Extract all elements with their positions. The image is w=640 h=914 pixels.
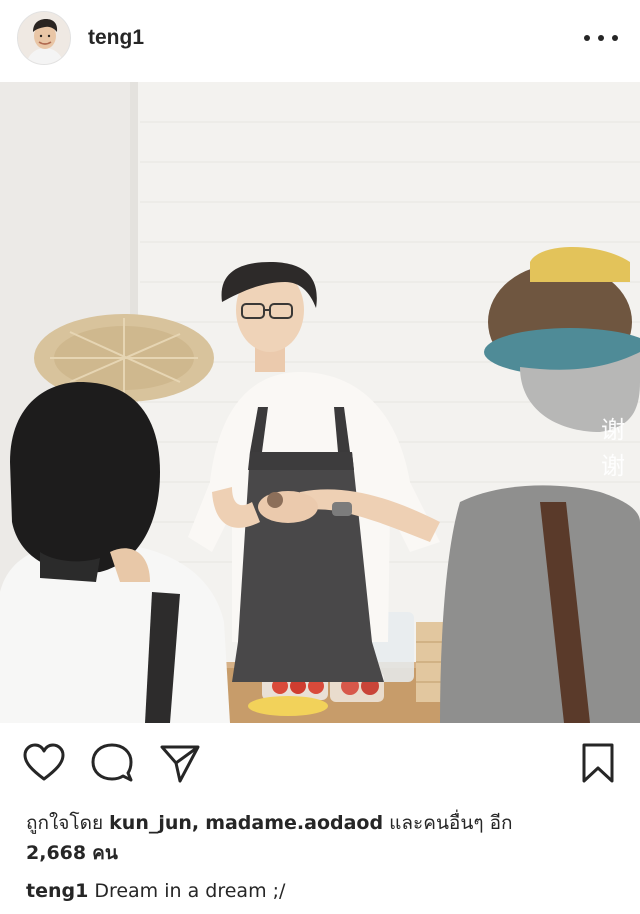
watermark-char: 谢 [601, 416, 625, 444]
avatar-image [18, 12, 70, 64]
post-username[interactable]: teng1 [88, 26, 144, 50]
likes-summary: ถูกใจโดย kun_jun, madame.aodaod และคนอื่… [26, 808, 616, 868]
post-actions-bar [0, 723, 640, 803]
paper-plane-icon [160, 745, 200, 783]
share-button[interactable] [158, 741, 202, 785]
photo-watermark: 谢 谢 [599, 412, 627, 484]
post-caption: teng1 Dream in a dream ;/ [26, 876, 616, 906]
post-header: teng1 [0, 0, 640, 80]
post-photo[interactable]: 谢 谢 [0, 82, 640, 723]
likes-prefix: ถูกใจโดย [26, 812, 104, 834]
liker-username-1[interactable]: kun_jun [109, 812, 192, 834]
liker-username-2[interactable]: madame.aodaod [205, 812, 383, 834]
likes-suffix: คน [92, 842, 118, 864]
more-dot-icon [584, 35, 590, 41]
heart-icon [23, 743, 65, 781]
save-button[interactable] [576, 741, 620, 785]
comment-button[interactable] [90, 741, 134, 785]
comment-bubble-icon [91, 743, 133, 782]
watermark-char: 谢 [601, 452, 625, 480]
likes-count[interactable]: 2,668 [26, 842, 86, 864]
caption-text: Dream in a dream ;/ [94, 880, 286, 902]
like-button[interactable] [22, 741, 66, 785]
instagram-post: teng1 谢 谢 ถูกใจโดย kun_jun, madame.aodao… [0, 0, 640, 914]
bookmark-icon [582, 743, 614, 783]
likes-separator: , [191, 812, 200, 834]
avatar[interactable] [17, 11, 71, 65]
likes-middle: และคนอื่นๆ อีก [389, 812, 513, 834]
caption-username[interactable]: teng1 [26, 880, 88, 902]
more-options-button[interactable] [584, 28, 618, 48]
more-dot-icon [598, 35, 604, 41]
more-dot-icon [612, 35, 618, 41]
photo-illustration [0, 82, 640, 723]
